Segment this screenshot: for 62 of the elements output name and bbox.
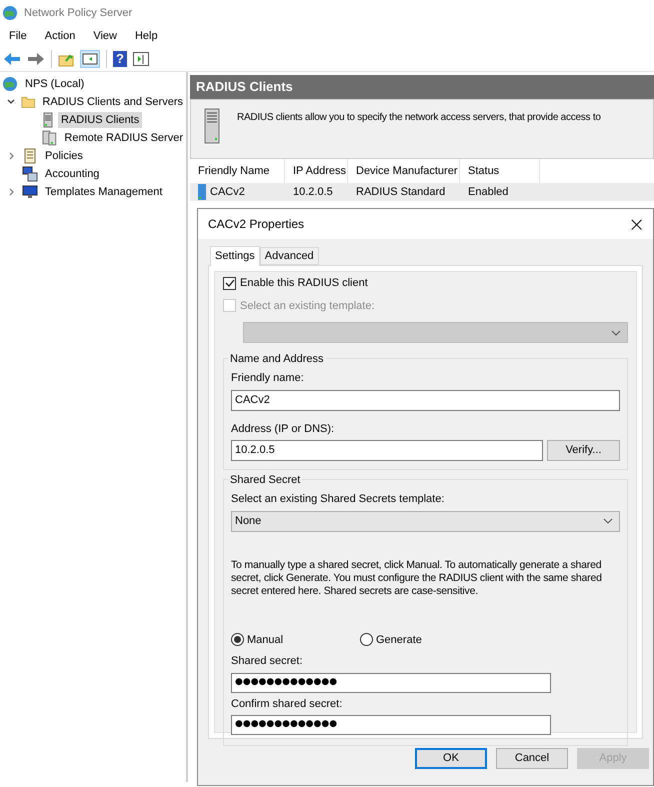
dialog-title: CACv2 Properties xyxy=(208,216,304,233)
secret-template-dropdown[interactable]: None xyxy=(231,510,620,532)
globe-icon xyxy=(2,76,18,92)
menu-item[interactable]: View xyxy=(84,28,126,44)
radio-button[interactable] xyxy=(360,633,373,646)
table-cell-text: 10.2.0.5 xyxy=(293,184,333,200)
menu-item[interactable]: Action xyxy=(36,28,84,44)
caret-icon xyxy=(611,330,621,336)
field-label: Address (IP or DNS): xyxy=(231,422,336,436)
panel-toggle-icon[interactable] xyxy=(80,50,100,68)
checkbox[interactable] xyxy=(223,276,236,290)
server-icon xyxy=(198,184,206,200)
tab[interactable]: Settings xyxy=(210,246,260,266)
description-text: RADIUS clients allow you to specify the network access servers, that provide access to xyxy=(237,111,601,122)
checkbox-label: Enable this RADIUS client xyxy=(240,276,368,291)
tree-item[interactable]: Templates Management xyxy=(42,184,166,200)
tree-item[interactable]: NPS (Local) xyxy=(22,76,88,92)
monitor-icon xyxy=(22,184,38,200)
field-label: Confirm shared secret: xyxy=(231,696,344,712)
radio-label: Manual xyxy=(247,632,284,648)
radio-label: Generate xyxy=(376,632,422,648)
field-label: Shared secret: xyxy=(231,654,304,669)
close-button[interactable]: × xyxy=(628,214,645,234)
password-field[interactable]: ●●●●●●●●●●●●● xyxy=(231,672,551,692)
back-arrow-icon[interactable] xyxy=(3,52,21,66)
field-label: Friendly name: xyxy=(231,371,305,386)
servers-icon xyxy=(42,130,58,146)
tree-item[interactable]: Remote RADIUS Server xyxy=(61,130,186,146)
tree-item[interactable]: Policies xyxy=(42,148,86,164)
table-cell-text: CACv2 xyxy=(210,184,245,200)
verify-button[interactable]: Verify... xyxy=(547,440,620,461)
globe-icon xyxy=(2,5,18,21)
action-pane-icon[interactable] xyxy=(133,52,149,66)
input-field[interactable]: CACv2 xyxy=(231,390,620,410)
menu-item[interactable]: Help xyxy=(126,28,167,44)
help-text: To manually type a shared secret, click Manual. To automatically generate a shared secret, click Generate. You must configure the RADIUS client with the same shared secret entered here. Shared secrets are case-sensitive. xyxy=(231,558,603,598)
help-icon[interactable]: ? xyxy=(113,50,127,66)
tree-item[interactable]: RADIUS Clients xyxy=(58,112,142,128)
server-icon xyxy=(42,112,54,128)
computers-icon xyxy=(22,166,38,182)
radio-button[interactable] xyxy=(231,633,244,646)
caret-icon xyxy=(603,518,613,524)
field-label: Select an existing Shared Secrets template: xyxy=(231,492,446,507)
folder-icon xyxy=(20,95,36,109)
dialog-button[interactable]: Cancel xyxy=(496,748,568,769)
menu-item[interactable]: File xyxy=(0,28,36,44)
table-cell-text: RADIUS Standard xyxy=(356,184,446,200)
table-cell-text: Enabled xyxy=(468,184,508,200)
checkbox-label: Select an existing template: xyxy=(240,298,375,314)
forward-arrow-icon[interactable] xyxy=(27,52,45,66)
input-field[interactable]: 10.2.0.5 xyxy=(231,440,543,461)
tab[interactable]: Advanced xyxy=(260,247,319,265)
dialog-button[interactable]: OK xyxy=(415,748,487,769)
tree-item[interactable]: Accounting xyxy=(42,166,102,182)
tree-item[interactable]: RADIUS Clients and Servers xyxy=(39,94,186,110)
password-field[interactable]: ●●●●●●●●●●●●● xyxy=(231,715,551,735)
scroll-icon xyxy=(22,148,38,164)
table-row[interactable]: CACv2 10.2.0.5 RADIUS Standard Enabled xyxy=(190,183,654,201)
pane-header: RADIUS Clients xyxy=(190,75,654,99)
window-title: Network Policy Server xyxy=(24,6,132,21)
check-icon xyxy=(224,278,234,288)
server-icon xyxy=(203,108,221,144)
